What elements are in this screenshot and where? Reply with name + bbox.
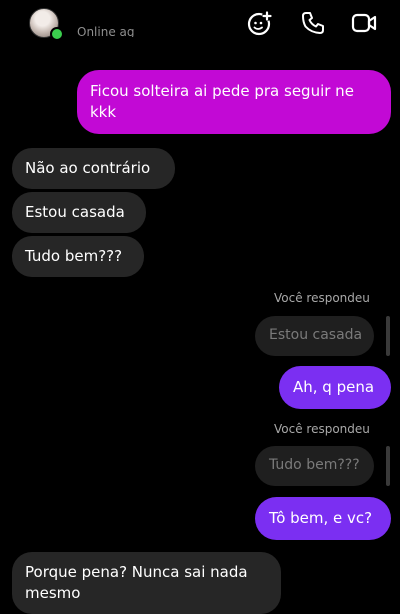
online-status-text: Online ag: [77, 25, 135, 37]
video-camera-icon[interactable]: [350, 9, 378, 37]
reply-bar: [386, 446, 390, 486]
message-incoming[interactable]: Tudo bem???: [12, 236, 144, 277]
message-text-line: kkk: [90, 103, 117, 121]
message-text-line: Ficou solteira ai pede pra seguir ne: [90, 82, 354, 100]
reply-label: Você respondeu: [274, 291, 370, 305]
message-text: Estou casada: [25, 203, 125, 221]
quoted-message[interactable]: Tudo bem???: [255, 446, 374, 486]
message-outgoing[interactable]: Ah, q pena: [279, 366, 391, 409]
message-outgoing[interactable]: Tô bem, e vc?: [255, 497, 391, 540]
message-text: Não ao contrário: [25, 159, 151, 177]
message-incoming[interactable]: Não ao contrário: [12, 148, 175, 189]
chat-header: Online ag: [0, 0, 400, 48]
message-text-line: mesmo: [25, 584, 81, 602]
message-text: Tô bem, e vc?: [269, 509, 373, 527]
online-status-dot: [50, 27, 64, 41]
quoted-message[interactable]: Estou casada: [255, 316, 374, 356]
reply-label: Você respondeu: [274, 422, 370, 436]
message-incoming[interactable]: Porque pena? Nunca sai nada mesmo: [12, 552, 281, 614]
add-effect-icon[interactable]: [246, 9, 274, 37]
message-outgoing[interactable]: Ficou solteira ai pede pra seguir ne kkk: [77, 70, 391, 134]
message-text: Tudo bem???: [25, 247, 123, 265]
reply-bar: [386, 316, 390, 356]
message-incoming[interactable]: Estou casada: [12, 192, 146, 233]
message-text-line: Porque pena? Nunca sai nada: [25, 563, 248, 581]
message-text: Ah, q pena: [293, 378, 375, 396]
phone-icon[interactable]: [299, 9, 327, 37]
